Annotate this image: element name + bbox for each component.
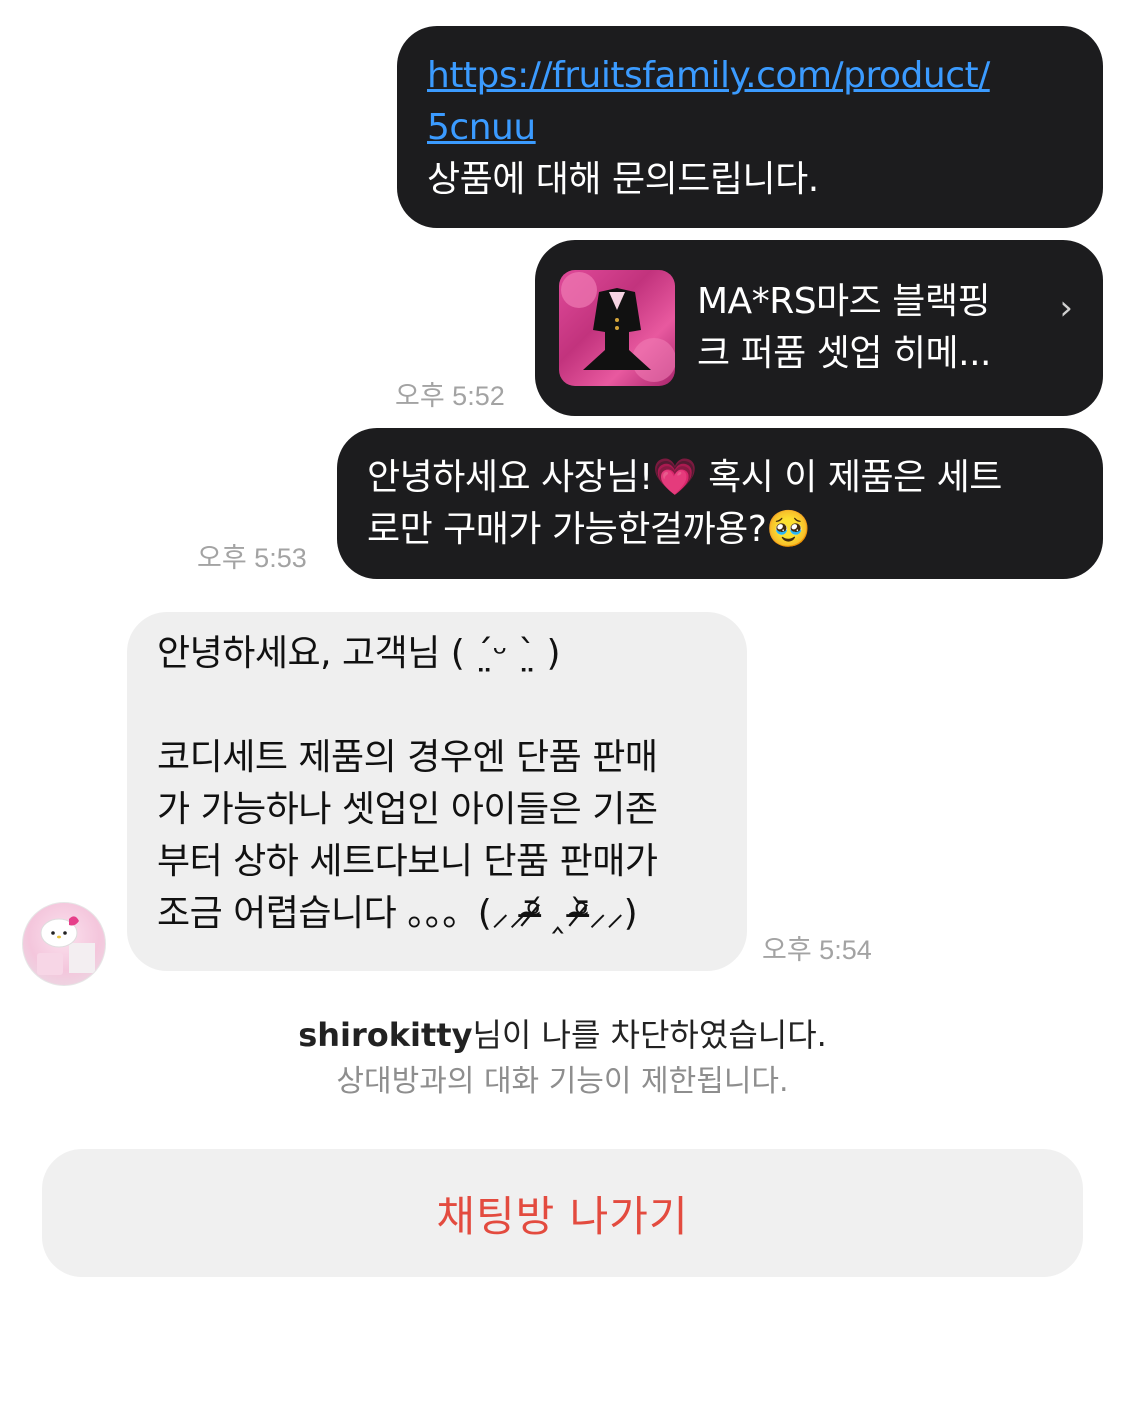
- reply-line: 안녕하세요, 고객님 ( ˊ̤ᵕ ˋ̤ ): [157, 633, 561, 674]
- blocked-username: shirokitty: [298, 1016, 473, 1054]
- timestamp: 오후 5:54: [762, 935, 872, 965]
- outgoing-message: 안녕하세요 사장님!💗 혹시 이 제품은 세트 로만 구매가 가능한걸까용?🥹: [337, 428, 1103, 579]
- block-notice: shirokitty님이 나를 차단하였습니다.: [0, 1013, 1125, 1057]
- reply-line: 조금 어렵습니다 。。。(⸝⸝ᵒ̴̶̷᷄ ‸ ᵒ̴̶̷᷅⸝⸝): [157, 893, 638, 934]
- product-link[interactable]: https://fruitsfamily.com/product/ 5cnuu: [427, 50, 1073, 154]
- leave-chat-button[interactable]: 채팅방 나가기: [42, 1149, 1083, 1277]
- outgoing-message-link: https://fruitsfamily.com/product/ 5cnuu …: [397, 26, 1103, 228]
- block-notice-text: 님이 나를 차단하였습니다.: [472, 1016, 827, 1054]
- product-card[interactable]: MA*RS마즈 블랙핑 크 퍼품 셋업 히메... ›: [535, 240, 1103, 416]
- block-notice-subtitle: 상대방과의 대화 기능이 제한됩니다.: [336, 1064, 789, 1099]
- reply-line: 코디세트 제품의 경우엔 단품 판매: [157, 737, 658, 778]
- reply-line: 부터 상하 세트다보니 단품 판매가: [157, 841, 658, 882]
- message-line: 안녕하세요 사장님!💗 혹시 이 제품은 세트: [367, 457, 1002, 498]
- product-title-line2: 크 퍼품 셋업 히메...: [697, 333, 992, 374]
- sender-avatar[interactable]: [22, 902, 106, 986]
- message-text: 상품에 대해 문의드립니다.: [427, 159, 819, 200]
- product-title-line1: MA*RS마즈 블랙핑: [697, 281, 991, 322]
- timestamp: 오후 5:53: [197, 543, 307, 573]
- product-link-line1[interactable]: https://fruitsfamily.com/product/: [427, 55, 990, 96]
- chevron-right-icon: ›: [1059, 288, 1073, 328]
- incoming-message: 안녕하세요, 고객님 ( ˊ̤ᵕ ˋ̤ ) 코디세트 제품의 경우엔 단품 판매…: [127, 612, 747, 971]
- message-line: 로만 구매가 가능한걸까용?🥹: [367, 509, 811, 550]
- product-card-title: MA*RS마즈 블랙핑 크 퍼품 셋업 히메...: [697, 276, 1027, 380]
- product-thumbnail: [559, 270, 675, 386]
- timestamp: 오후 5:52: [395, 381, 505, 411]
- product-link-line2[interactable]: 5cnuu: [427, 107, 536, 148]
- reply-line: 가 가능하나 셋업인 아이들은 기존: [157, 789, 658, 830]
